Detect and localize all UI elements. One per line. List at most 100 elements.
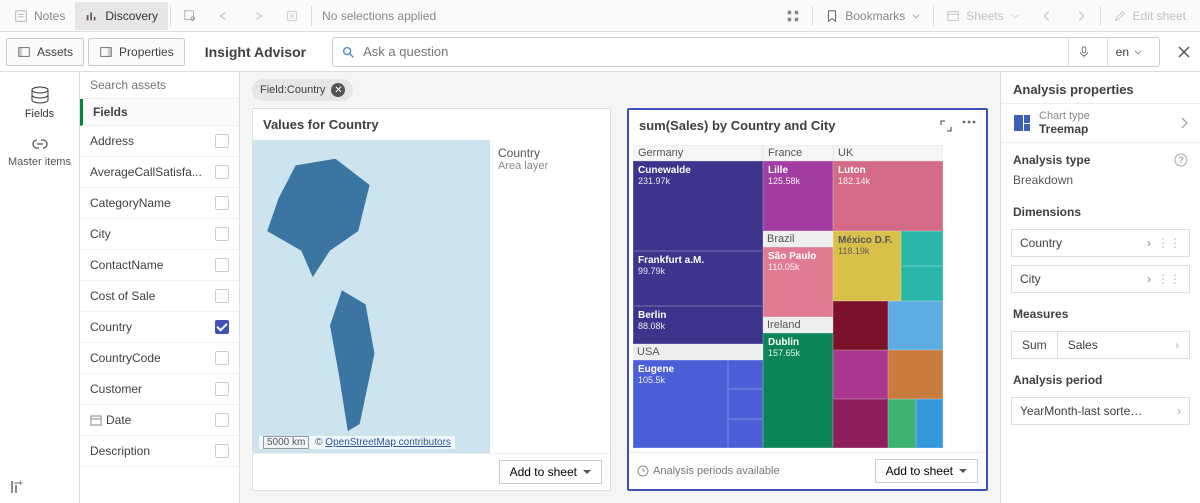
close-advisor-button[interactable] <box>1168 44 1200 60</box>
notes-tab[interactable]: Notes <box>4 2 75 30</box>
asset-list[interactable]: AddressAverageCallSatisfa...CategoryName… <box>80 126 239 503</box>
bookmarks-label: Bookmarks <box>845 9 905 23</box>
asset-field-row[interactable]: Date <box>80 405 239 436</box>
insight-advisor-title: Insight Advisor <box>187 44 324 60</box>
cell-lille[interactable]: Lille 125.58k <box>763 161 833 231</box>
discovery-tab[interactable]: Discovery <box>75 2 168 30</box>
measure-sales[interactable]: Sum Sales › <box>1011 331 1190 359</box>
cell-cunewalde[interactable]: Cunewalde 231.97k <box>633 161 763 251</box>
cell-g2[interactable] <box>888 301 943 350</box>
ask-question-input[interactable] <box>363 44 1060 59</box>
edit-sheet-button[interactable]: Edit sheet <box>1103 2 1196 30</box>
asset-field-row[interactable]: Cost of Sale <box>80 281 239 312</box>
treemap-card[interactable]: sum(Sales) by Country and City Germany F… <box>627 108 988 491</box>
chart-type-row[interactable]: Chart type Treemap <box>1001 103 1200 143</box>
osm-link[interactable]: OpenStreetMap contributors <box>325 437 451 448</box>
asset-field-row[interactable]: Country <box>80 312 239 343</box>
asset-fields-header[interactable]: Fields <box>80 99 239 126</box>
asset-field-row[interactable]: ContactName <box>80 250 239 281</box>
tm-header-germany: Germany <box>633 145 763 161</box>
cell-eugene[interactable]: Eugene 105.5k <box>633 360 728 448</box>
cell-saopaulo[interactable]: São Paulo 110.05k <box>763 247 833 317</box>
tm-header-ireland: Ireland <box>763 317 833 333</box>
drag-handle-icon[interactable]: ⋮⋮ <box>1157 272 1181 286</box>
map-add-to-sheet-button[interactable]: Add to sheet <box>499 460 602 484</box>
asset-field-row[interactable]: CategoryName <box>80 188 239 219</box>
ask-question-input-wrap: en <box>332 37 1160 67</box>
prev-sheet-button[interactable] <box>1030 2 1064 30</box>
sheets-button[interactable]: Sheets <box>936 2 1029 30</box>
field-checkbox[interactable] <box>215 165 229 179</box>
field-checkbox[interactable] <box>215 413 229 427</box>
cell-misc2[interactable] <box>901 266 943 301</box>
measure-agg[interactable]: Sum <box>1012 332 1058 358</box>
asset-field-row[interactable]: Address <box>80 126 239 157</box>
cell-g4[interactable] <box>888 350 943 399</box>
language-button[interactable]: en <box>1107 37 1151 67</box>
cell-frankfurt[interactable]: Frankfurt a.M. 99.79k <box>633 251 763 306</box>
panel-left-icon <box>17 45 31 59</box>
cell-g1[interactable] <box>833 301 888 350</box>
cell-usa-small2[interactable] <box>728 389 763 418</box>
clear-selections-button[interactable] <box>275 2 309 30</box>
cell-usa-small1[interactable] <box>728 360 763 389</box>
asset-field-row[interactable]: Customer <box>80 374 239 405</box>
caret-down-icon <box>959 467 967 475</box>
map-card: Values for Country 5000 km © OpenStreetM… <box>252 108 611 491</box>
asset-search-input[interactable] <box>90 78 229 92</box>
next-sheet-button[interactable] <box>1064 2 1098 30</box>
cell-g6[interactable] <box>888 399 916 448</box>
mic-button[interactable] <box>1068 37 1099 67</box>
selections-tool-button[interactable] <box>776 2 810 30</box>
field-chip[interactable]: Field:Country ✕ <box>252 79 353 101</box>
expand-button[interactable] <box>940 120 952 132</box>
svg-text:+: + <box>18 479 23 488</box>
step-forward-button[interactable] <box>241 2 275 30</box>
cell-g5[interactable] <box>833 399 888 448</box>
field-checkbox[interactable] <box>215 444 229 458</box>
map-visualization[interactable]: 5000 km © OpenStreetMap contributors <box>253 140 490 453</box>
properties-toggle[interactable]: Properties <box>88 38 185 66</box>
treemap-visualization[interactable]: Germany France UK Cunewalde 231.97k Fran… <box>633 145 982 448</box>
field-checkbox[interactable] <box>215 351 229 365</box>
cell-g3[interactable] <box>833 350 888 399</box>
cell-g7[interactable] <box>916 399 944 448</box>
field-checkbox[interactable] <box>215 258 229 272</box>
cell-usa-small3[interactable] <box>728 419 763 448</box>
field-checkbox[interactable] <box>215 320 229 334</box>
chevron-right-icon: › <box>1147 272 1151 286</box>
cell-mexico[interactable]: México D.F. 118.19k <box>833 231 901 301</box>
smart-search-button[interactable] <box>173 2 207 30</box>
more-button[interactable] <box>962 120 976 132</box>
chip-remove-icon[interactable]: ✕ <box>331 83 345 97</box>
rail-master-items[interactable]: Master items <box>0 128 79 176</box>
cell-misc1[interactable] <box>901 231 943 266</box>
tree-add-to-sheet-button[interactable]: Add to sheet <box>875 459 978 483</box>
cell-dublin[interactable]: Dublin 157.65k <box>763 333 833 448</box>
field-checkbox[interactable] <box>215 227 229 241</box>
asset-field-row[interactable]: AverageCallSatisfa... <box>80 157 239 188</box>
field-checkbox[interactable] <box>215 382 229 396</box>
rail-fields[interactable]: Fields <box>0 78 79 128</box>
chevron-right-icon <box>1180 117 1188 129</box>
top-toolbar: Notes Discovery No selections applied Bo… <box>0 0 1200 32</box>
bookmarks-button[interactable]: Bookmarks <box>815 2 931 30</box>
separator <box>812 6 813 26</box>
dimension-country[interactable]: Country › ⋮⋮ <box>1011 229 1190 257</box>
field-checkbox[interactable] <box>215 196 229 210</box>
assets-toggle[interactable]: Assets <box>6 38 84 66</box>
field-checkbox[interactable] <box>215 134 229 148</box>
drag-handle-icon[interactable]: ⋮⋮ <box>1157 236 1181 250</box>
asset-field-row[interactable]: Description <box>80 436 239 467</box>
period-selector[interactable]: YearMonth-last sorte… › <box>1011 397 1190 425</box>
dimension-city[interactable]: City › ⋮⋮ <box>1011 265 1190 293</box>
cell-berlin[interactable]: Berlin 88.08k <box>633 306 763 344</box>
asset-field-row[interactable]: City <box>80 219 239 250</box>
field-checkbox[interactable] <box>215 289 229 303</box>
help-icon[interactable]: ? <box>1174 153 1188 167</box>
cell-luton[interactable]: Luton 182.14k <box>833 161 943 231</box>
add-source-button[interactable]: + <box>8 479 24 495</box>
asset-field-row[interactable]: CountryCode <box>80 343 239 374</box>
edit-sheet-label: Edit sheet <box>1133 9 1186 23</box>
step-back-button[interactable] <box>207 2 241 30</box>
